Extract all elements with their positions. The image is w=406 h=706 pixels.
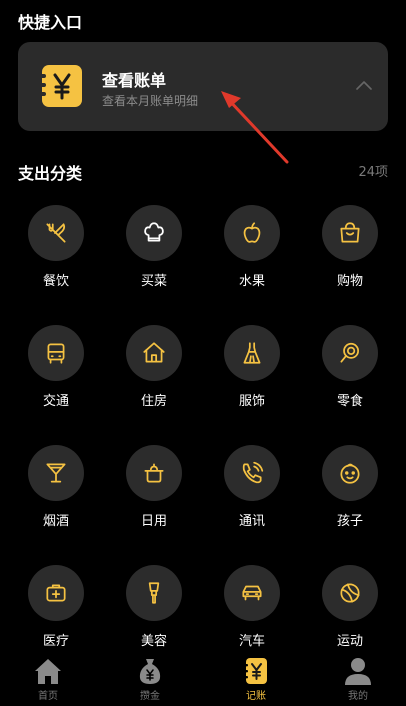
category-label: 购物 [336, 274, 363, 289]
bottom-tab-bar: 首页 攒金 记账 我的 [0, 652, 406, 706]
tab-home[interactable]: 首页 [0, 656, 98, 706]
category-label: 水果 [238, 274, 265, 289]
category-item[interactable]: 购物 [301, 205, 399, 305]
category-label: 运动 [336, 634, 363, 649]
dress-icon [243, 342, 261, 364]
category-label: 烟酒 [42, 514, 69, 529]
shopping-bag-icon [340, 222, 360, 243]
category-label: 日用 [140, 514, 167, 529]
money-bag-icon [139, 659, 161, 684]
tab-savings[interactable]: 攒金 [100, 656, 200, 706]
tab-profile[interactable]: 我的 [308, 656, 406, 706]
category-item[interactable]: 美容 [105, 565, 203, 665]
chef-hat-icon [144, 222, 164, 242]
view-bill-card[interactable]: 查看账单 查看本月账单明细 [18, 42, 388, 131]
category-label: 汽车 [238, 634, 265, 649]
yen-ledger-icon [41, 65, 82, 107]
category-item[interactable]: 汽车 [203, 565, 301, 665]
category-item[interactable]: 买菜 [105, 205, 203, 305]
car-icon [242, 585, 262, 601]
category-item[interactable]: 服饰 [203, 325, 301, 425]
category-label: 交通 [42, 394, 69, 409]
card-subtitle: 查看本月账单明细 [102, 94, 199, 108]
tab-label: 我的 [348, 691, 368, 702]
quick-entry-title: 快捷入口 [18, 13, 83, 32]
category-item[interactable]: 烟酒 [7, 445, 105, 545]
ball-icon [340, 583, 360, 603]
baby-icon [340, 463, 360, 484]
category-label: 餐饮 [42, 274, 69, 289]
category-item[interactable]: 运动 [301, 565, 399, 665]
tab-label: 攒金 [140, 691, 160, 702]
category-label: 美容 [140, 634, 167, 649]
tab-label: 首页 [38, 691, 58, 702]
bus-icon [47, 343, 65, 364]
cocktail-icon [46, 463, 66, 483]
category-count: 24项 [358, 165, 388, 180]
expense-categories-title: 支出分类 [18, 164, 83, 183]
tab-bookkeeping[interactable]: 记账 [206, 656, 306, 706]
card-title: 查看账单 [102, 71, 167, 90]
house-icon [143, 342, 165, 363]
category-label: 住房 [140, 394, 167, 409]
tab-label: 记账 [246, 691, 266, 702]
category-item[interactable]: 餐饮 [7, 205, 105, 305]
ledger-icon [244, 658, 267, 684]
category-label: 通讯 [238, 514, 265, 529]
category-label: 买菜 [140, 274, 167, 289]
lollipop-icon [340, 342, 359, 363]
category-label: 医疗 [42, 634, 69, 649]
category-label: 零食 [336, 394, 363, 409]
category-label: 孩子 [336, 514, 363, 529]
home-icon [35, 659, 61, 684]
category-item[interactable]: 通讯 [203, 445, 301, 545]
category-item[interactable]: 交通 [7, 325, 105, 425]
category-item[interactable]: 水果 [203, 205, 301, 305]
pot-icon [144, 463, 164, 483]
category-item[interactable]: 日用 [105, 445, 203, 545]
user-icon [345, 658, 371, 685]
phone-icon [242, 461, 264, 484]
dining-icon [46, 223, 66, 243]
category-item[interactable]: 孩子 [301, 445, 399, 545]
category-item[interactable]: 住房 [105, 325, 203, 425]
category-label: 服饰 [238, 394, 265, 409]
beauty-icon [148, 582, 160, 604]
medical-kit-icon [46, 584, 66, 602]
chevron-up-icon [356, 81, 372, 90]
category-item[interactable]: 零食 [301, 325, 399, 425]
category-item[interactable]: 医疗 [7, 565, 105, 665]
apple-icon [243, 222, 261, 243]
